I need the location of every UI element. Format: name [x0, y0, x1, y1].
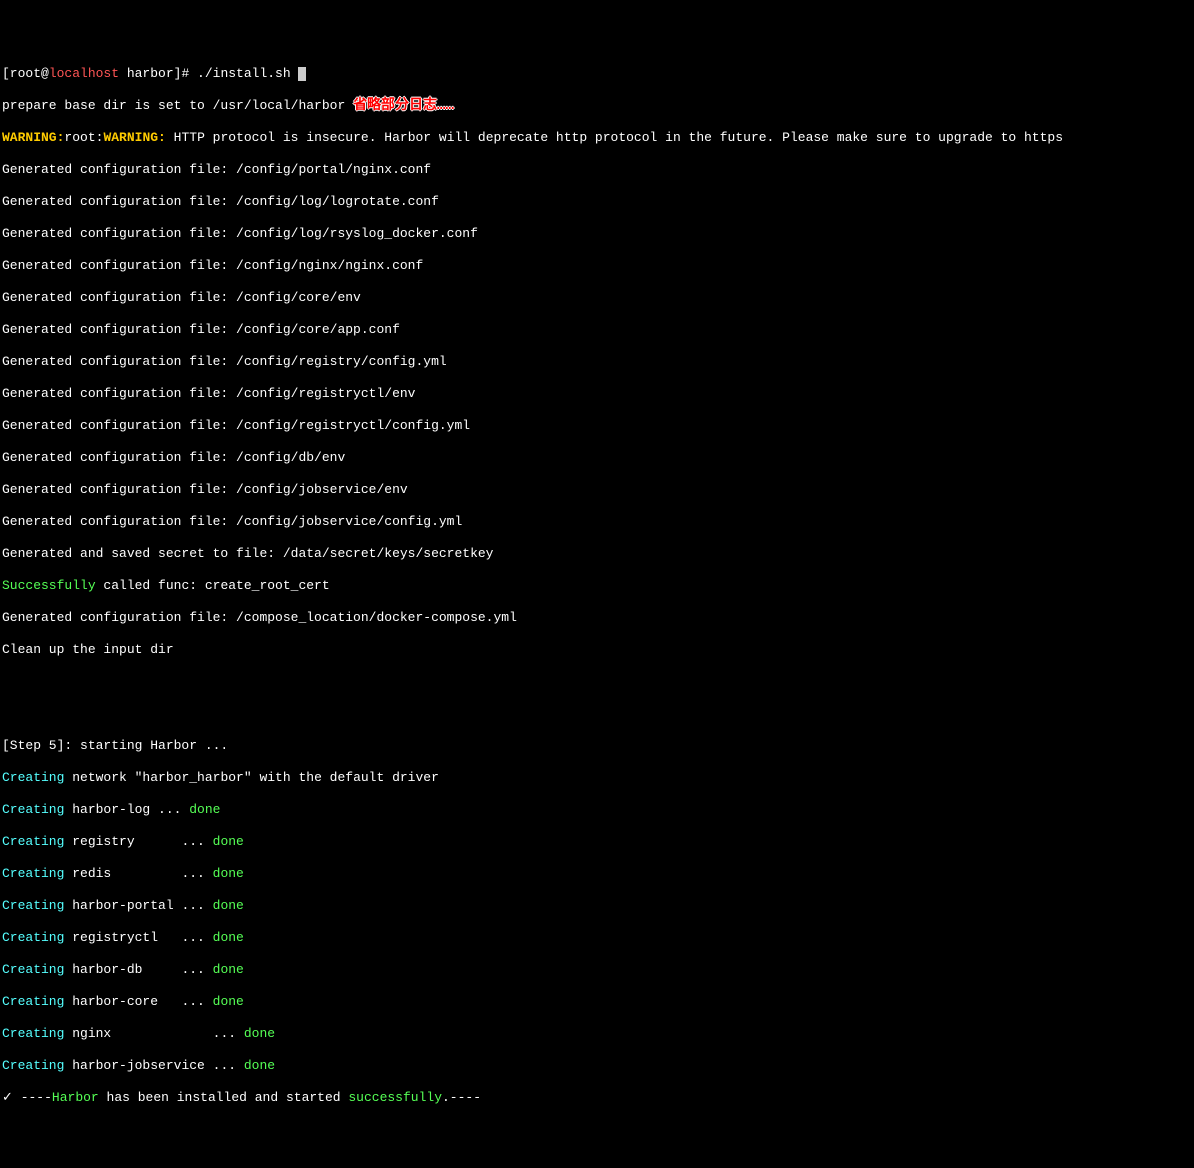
log-line: Generated configuration file: /config/lo…	[2, 226, 1192, 242]
creating-label: Creating	[2, 1058, 64, 1073]
log-line: Generated configuration file: /config/co…	[2, 322, 1192, 338]
service-name: registryctl ...	[64, 930, 212, 945]
log-line: Generated configuration file: /compose_l…	[2, 610, 1192, 626]
creating-label: Creating	[2, 930, 64, 945]
creating-label: Creating	[2, 962, 64, 977]
warning-label: WARNING:	[103, 130, 165, 145]
log-line: Generated configuration file: /config/db…	[2, 450, 1192, 466]
log-line: Generated configuration file: /config/ng…	[2, 258, 1192, 274]
service-name: nginx ...	[64, 1026, 243, 1041]
final-dash: .----	[442, 1090, 481, 1105]
service-name: harbor-log ...	[64, 802, 189, 817]
creating-label: Creating	[2, 898, 64, 913]
log-line: Generated configuration file: /config/jo…	[2, 514, 1192, 530]
service-name: harbor-jobservice ...	[64, 1058, 243, 1073]
terminal-output: [root@localhost harbor]# ./install.sh pr…	[2, 66, 1192, 1106]
creating-label: Creating	[2, 834, 64, 849]
log-line: prepare base dir is set to /usr/local/ha…	[2, 98, 353, 113]
service-name: harbor-portal ...	[64, 898, 212, 913]
warning-text: HTTP protocol is insecure. Harbor will d…	[166, 130, 1063, 145]
log-line: Generated and saved secret to file: /dat…	[2, 546, 1192, 562]
log-line: Clean up the input dir	[2, 642, 1192, 658]
service-name: registry ...	[64, 834, 212, 849]
log-line: Generated configuration file: /config/re…	[2, 386, 1192, 402]
done-label: done	[213, 994, 244, 1009]
done-label: done	[244, 1058, 275, 1073]
prompt-prefix: [root@	[2, 66, 49, 81]
log-line: Generated configuration file: /config/co…	[2, 290, 1192, 306]
service-name: harbor-db ...	[64, 962, 212, 977]
done-label: done	[244, 1026, 275, 1041]
service-name: harbor-core ...	[64, 994, 212, 1009]
cursor-icon	[298, 67, 306, 81]
done-label: done	[213, 930, 244, 945]
final-mid: has been installed and started	[99, 1090, 349, 1105]
warning-label: WARNING:	[2, 130, 64, 145]
done-label: done	[213, 834, 244, 849]
annotation-text: 省略部分日志……	[353, 98, 454, 114]
creating-label: Creating	[2, 1026, 64, 1041]
creating-text: network "harbor_harbor" with the default…	[64, 770, 438, 785]
done-label: done	[189, 802, 220, 817]
log-line: Generated configuration file: /config/re…	[2, 418, 1192, 434]
done-label: done	[213, 962, 244, 977]
creating-label: Creating	[2, 994, 64, 1009]
success-text: called func: create_root_cert	[96, 578, 330, 593]
log-line: Generated configuration file: /config/lo…	[2, 194, 1192, 210]
final-success: successfully	[348, 1090, 442, 1105]
checkmark-icon: ✓	[2, 1090, 21, 1105]
final-harbor: Harbor	[52, 1090, 99, 1105]
creating-label: Creating	[2, 866, 64, 881]
final-dash: ----	[21, 1090, 52, 1105]
warning-root: root:	[64, 130, 103, 145]
creating-label: Creating	[2, 770, 64, 785]
log-line: Generated configuration file: /config/re…	[2, 354, 1192, 370]
log-line: Generated configuration file: /config/po…	[2, 162, 1192, 178]
success-label: Successfully	[2, 578, 96, 593]
command-text: ./install.sh	[197, 66, 298, 81]
service-name: redis ...	[64, 866, 212, 881]
log-line: Generated configuration file: /config/jo…	[2, 482, 1192, 498]
prompt-path: harbor]#	[119, 66, 197, 81]
done-label: done	[213, 866, 244, 881]
creating-label: Creating	[2, 802, 64, 817]
done-label: done	[213, 898, 244, 913]
step-heading: [Step 5]: starting Harbor ...	[2, 738, 1192, 754]
prompt-host: localhost	[49, 66, 119, 81]
